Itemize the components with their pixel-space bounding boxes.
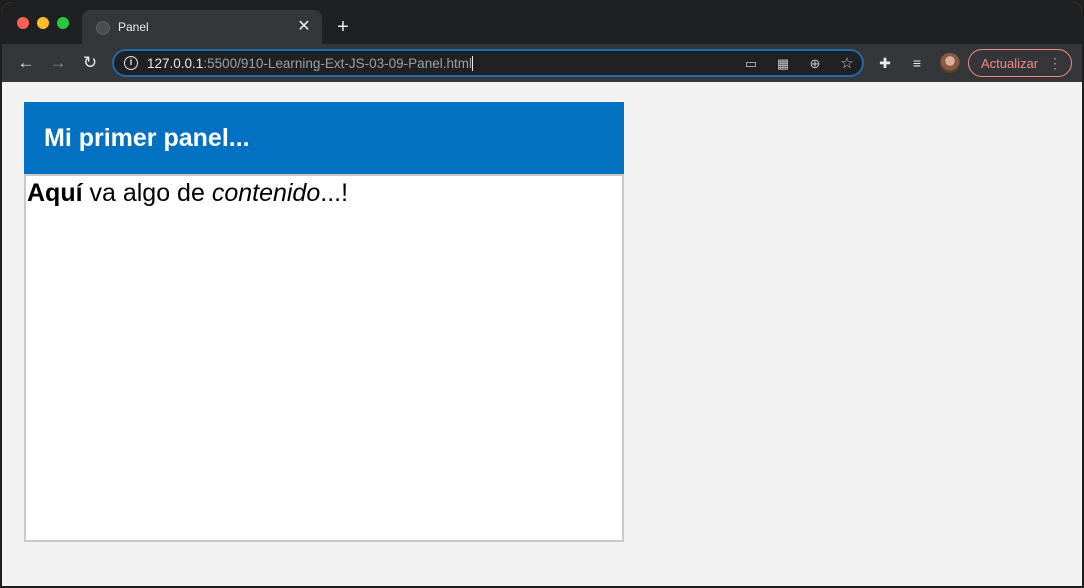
reload-icon: ↻ xyxy=(82,53,98,72)
close-icon[interactable]: ✕ xyxy=(294,17,314,37)
url-host: 127.0.0.1 xyxy=(147,56,204,71)
panel-body-text: Aquí va algo de contenido...! xyxy=(27,179,348,208)
star-icon[interactable]: ☆ xyxy=(838,55,856,73)
arrow-right-icon: → xyxy=(49,53,67,72)
media-queue-icon[interactable]: ≡ xyxy=(908,54,926,72)
window-maximize-button[interactable] xyxy=(57,17,69,29)
update-button[interactable]: Actualizar ⋮ xyxy=(968,49,1072,77)
window-close-button[interactable] xyxy=(17,17,29,29)
new-tab-button[interactable]: + xyxy=(332,16,354,38)
panel: Mi primer panel... Aquí va algo de conte… xyxy=(24,102,624,542)
tab-strip: Panel ✕ + xyxy=(2,2,1082,44)
zoom-icon[interactable]: ⊕ xyxy=(806,55,824,73)
panel-header: Mi primer panel... xyxy=(24,102,624,174)
panel-body: Aquí va algo de contenido...! xyxy=(24,174,624,542)
panel-text-part1: va algo de xyxy=(82,179,212,207)
page-content: Mi primer panel... Aquí va algo de conte… xyxy=(2,82,1082,586)
url-path: :5500/910-Learning-Ext-JS-03-09-Panel.ht… xyxy=(203,56,472,71)
puzzle-icon[interactable]: ✚ xyxy=(876,54,894,72)
browser-window: Panel ✕ + ← → ↻ i 127.0.0.1:5500/910-Lea… xyxy=(2,2,1082,586)
tab-panel[interactable]: Panel ✕ xyxy=(82,10,322,44)
arrow-left-icon: ← xyxy=(17,53,35,72)
panel-title: Mi primer panel... xyxy=(44,124,250,152)
reload-button[interactable]: ↻ xyxy=(79,52,101,74)
kebab-menu-icon[interactable]: ⋮ xyxy=(1048,55,1062,71)
panel-text-part2: ...! xyxy=(320,179,349,207)
panel-text-italic: contenido xyxy=(211,179,321,207)
qr-code-icon[interactable]: ▦ xyxy=(774,55,792,73)
forward-button[interactable]: → xyxy=(47,52,69,74)
address-bar[interactable]: i 127.0.0.1:5500/910-Learning-Ext-JS-03-… xyxy=(112,49,864,77)
globe-icon xyxy=(96,21,110,35)
update-button-label: Actualizar xyxy=(981,56,1039,71)
back-button[interactable]: ← xyxy=(15,52,37,74)
text-caret xyxy=(471,56,473,71)
window-minimize-button[interactable] xyxy=(37,17,49,29)
cast-icon[interactable]: ▭ xyxy=(742,55,760,73)
info-icon[interactable]: i xyxy=(124,56,138,70)
url-text[interactable]: 127.0.0.1:5500/910-Learning-Ext-JS-03-09… xyxy=(147,56,473,71)
avatar[interactable] xyxy=(940,53,960,73)
panel-text-bold: Aquí xyxy=(27,179,83,207)
tab-title: Panel xyxy=(118,20,149,34)
browser-toolbar: ← → ↻ i 127.0.0.1:5500/910-Learning-Ext-… xyxy=(2,44,1082,82)
